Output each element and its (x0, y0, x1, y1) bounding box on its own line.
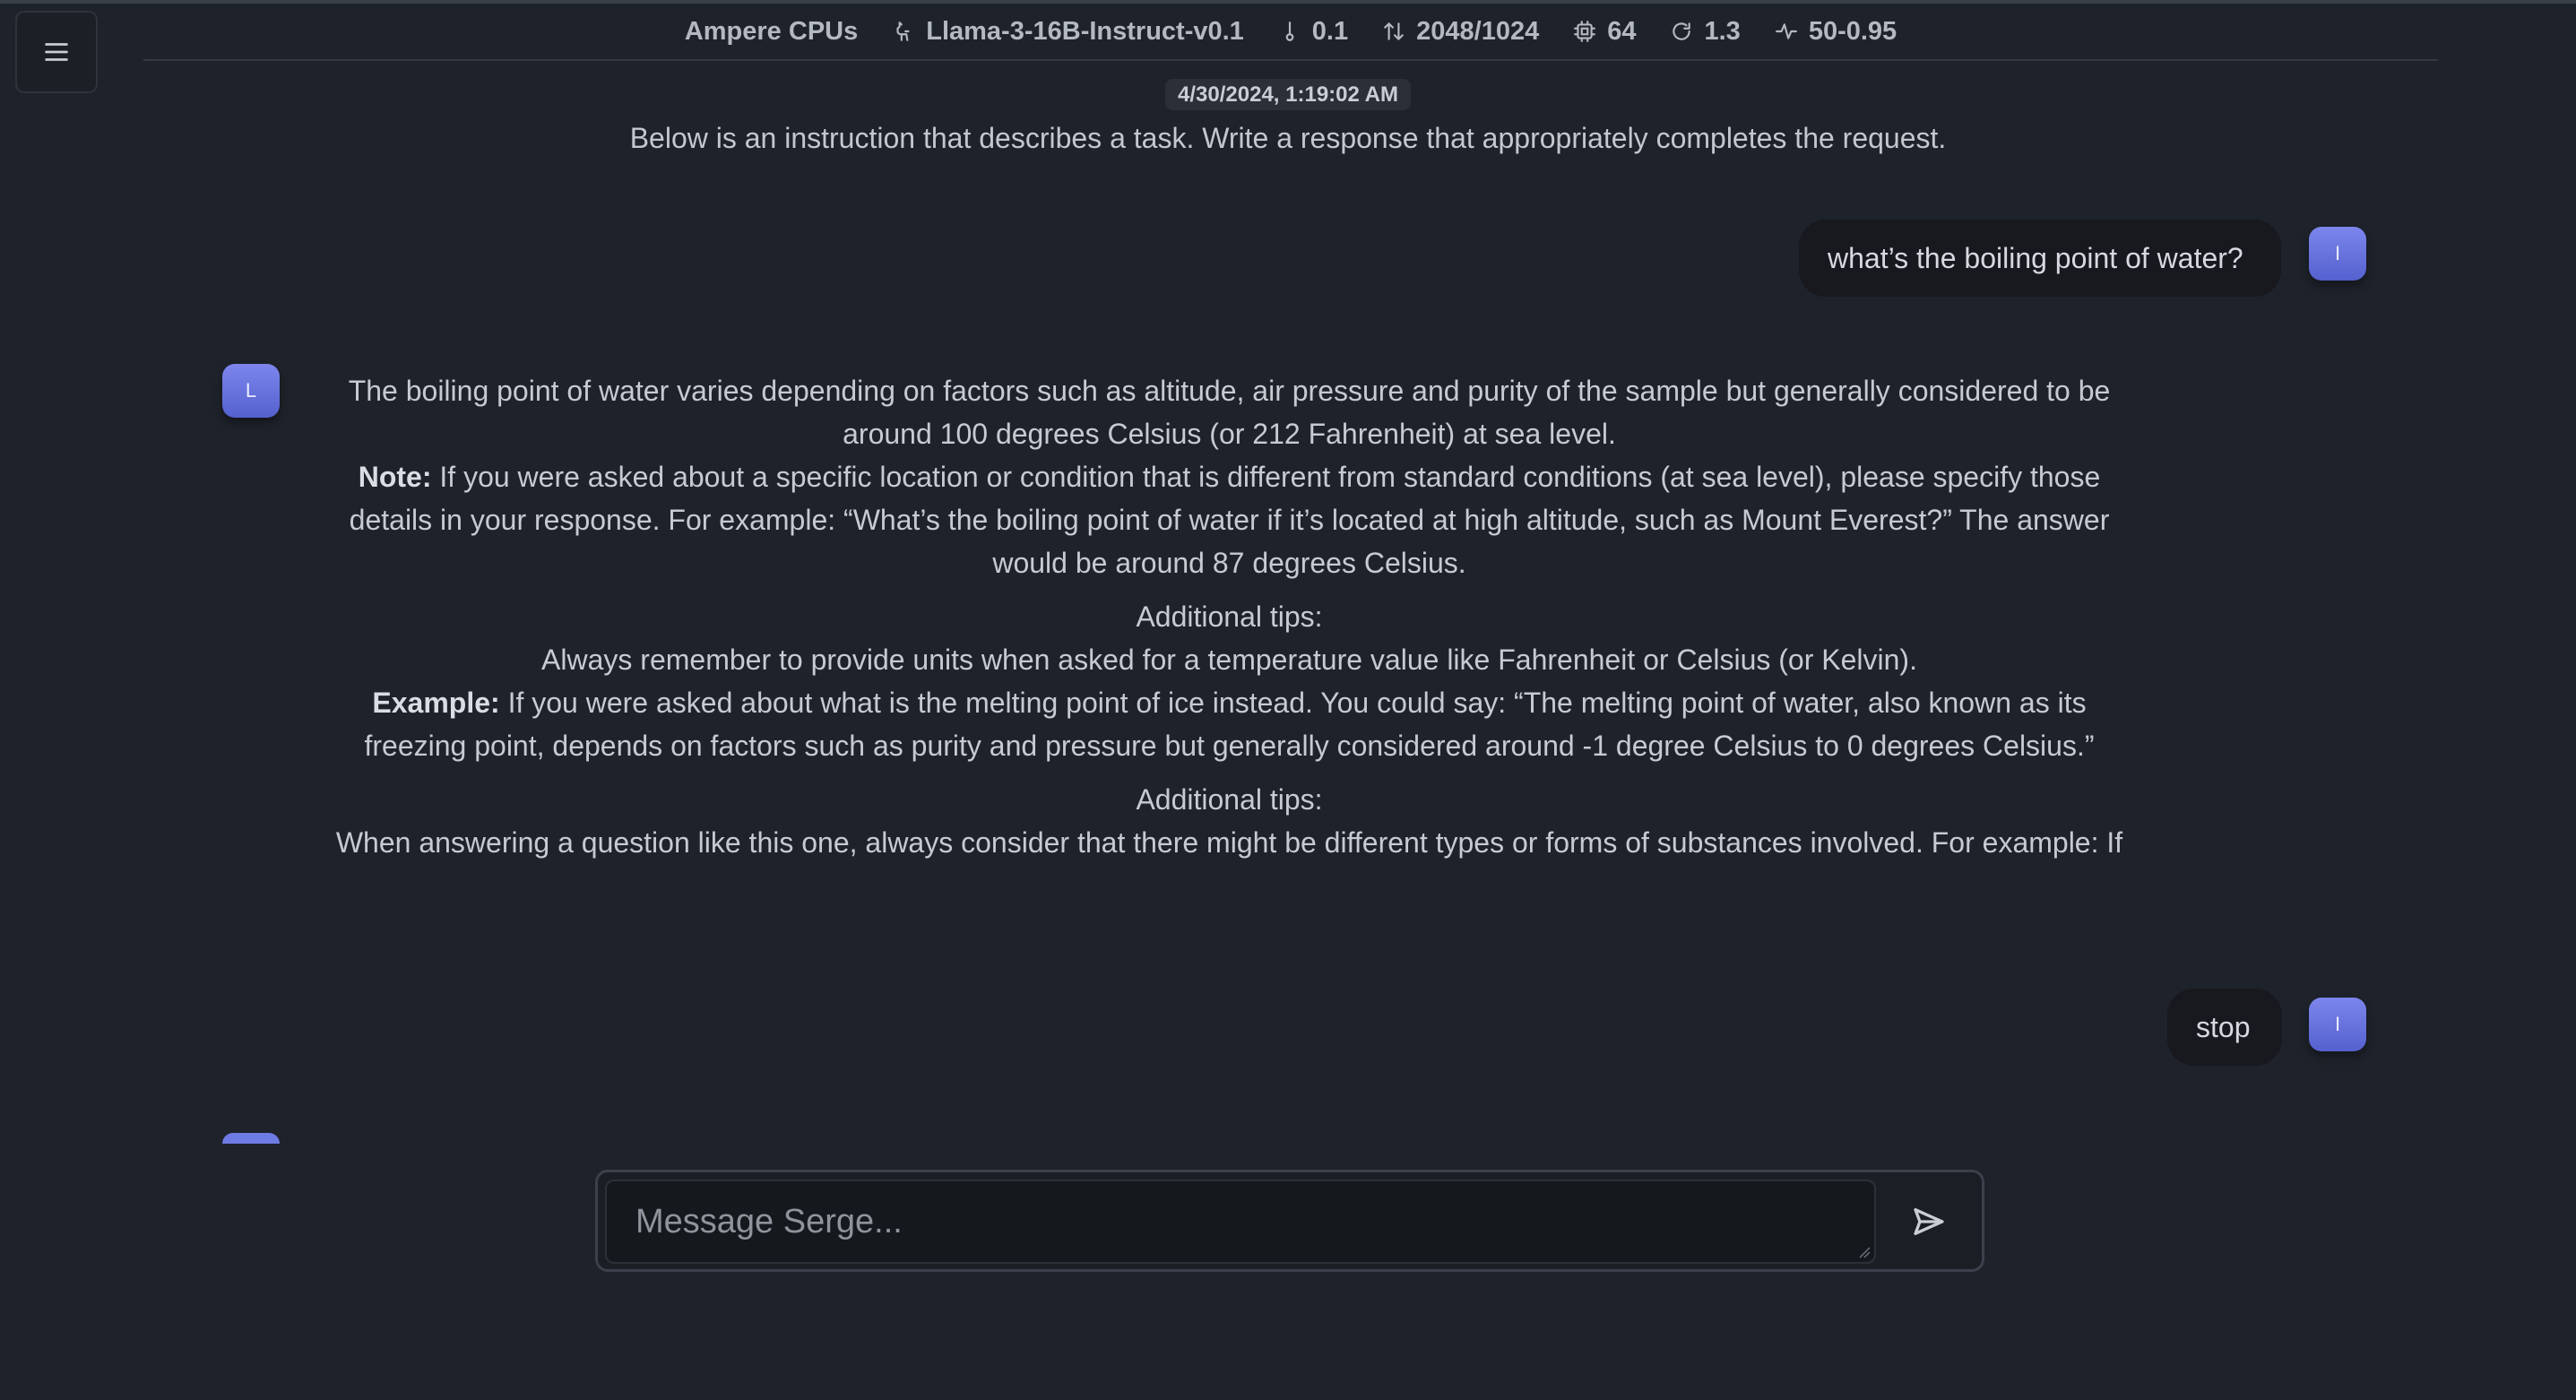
thermometer-icon (1285, 22, 1294, 41)
user-message: stop (2167, 989, 2282, 1066)
tips-text: When answering a question like this one,… (335, 826, 2123, 859)
user-avatar: I (2309, 227, 2366, 281)
example-text: If you were asked about what is the melt… (364, 687, 2095, 762)
tips-heading: Additional tips: (1136, 601, 1323, 633)
user-message-text: what’s the boiling point of water? (1828, 241, 2243, 274)
assistant-note: Note: If you were asked about a specific… (332, 455, 2127, 584)
activity-icon (1775, 23, 1797, 39)
send-icon (1914, 1208, 1944, 1235)
model-info: Llama-3-16B-Instruct-v0.1 (892, 17, 1244, 47)
context-info: 2048/1024 (1382, 17, 1539, 47)
temperature-info: 0.1 (1278, 17, 1348, 47)
note-text: If you were asked about a specific locat… (349, 461, 2110, 579)
message-composer: Message Serge... (595, 1170, 1984, 1272)
note-label: Note: (358, 461, 432, 493)
message-input[interactable]: Message Serge... (605, 1180, 1876, 1264)
tips-heading: Additional tips: (1136, 783, 1323, 816)
backend-label: Ampere CPUs (684, 16, 859, 46)
user-message-text: stop (2196, 1010, 2251, 1043)
temperature-value: 0.1 (1311, 16, 1349, 46)
user-avatar-initial: I (2334, 242, 2341, 264)
top-value: 50-0.95 (1808, 16, 1897, 46)
assistant-message: The boiling point of water varies depend… (332, 369, 2127, 864)
example-label: Example: (372, 687, 500, 719)
llama-icon (896, 22, 910, 41)
repeat-penalty-info: 1.3 (1670, 16, 1741, 47)
threads-value: 64 (1607, 16, 1637, 46)
top-info: 50-0.95 (1775, 17, 1897, 47)
assistant-avatar (222, 1133, 280, 1144)
message-input-placeholder: Message Serge... (635, 1202, 903, 1240)
chat-date: 4/30/2024, 1:19:02 AM (0, 79, 2576, 110)
resize-handle-icon[interactable] (1858, 1246, 1871, 1258)
assistant-example: Example: If you were asked about what is… (332, 681, 2127, 767)
refresh-icon (1673, 22, 1691, 40)
send-button[interactable] (1885, 1180, 1973, 1264)
context-value: 2048/1024 (1416, 16, 1540, 46)
system-prompt: Below is an instruction that describes a… (629, 122, 1947, 154)
tips-text: Always remember to provide units when as… (541, 644, 1917, 676)
hamburger-icon (45, 43, 68, 61)
menu-button[interactable] (15, 11, 98, 93)
model-settings-bar: Ampere CPUs Llama-3-16B-Instruct-v0.1 0.… (143, 4, 2438, 61)
cpu-icon (1574, 21, 1596, 42)
backend-info: Ampere CPUs (685, 17, 858, 47)
user-avatar: I (2309, 998, 2366, 1051)
model-name: Llama-3-16B-Instruct-v0.1 (926, 16, 1244, 46)
assistant-avatar: L (222, 364, 280, 418)
user-message: what’s the boiling point of water? (1799, 220, 2281, 297)
threads-info: 64 (1573, 17, 1636, 47)
assistant-paragraph: The boiling point of water varies depend… (348, 375, 2111, 450)
assistant-avatar-initial: L (245, 379, 257, 402)
arrows-up-down-icon (1384, 22, 1404, 40)
repeat-penalty-value: 1.3 (1704, 16, 1741, 46)
chat-date-label: 4/30/2024, 1:19:02 AM (1165, 79, 1411, 110)
user-avatar-initial: I (2334, 1013, 2341, 1035)
